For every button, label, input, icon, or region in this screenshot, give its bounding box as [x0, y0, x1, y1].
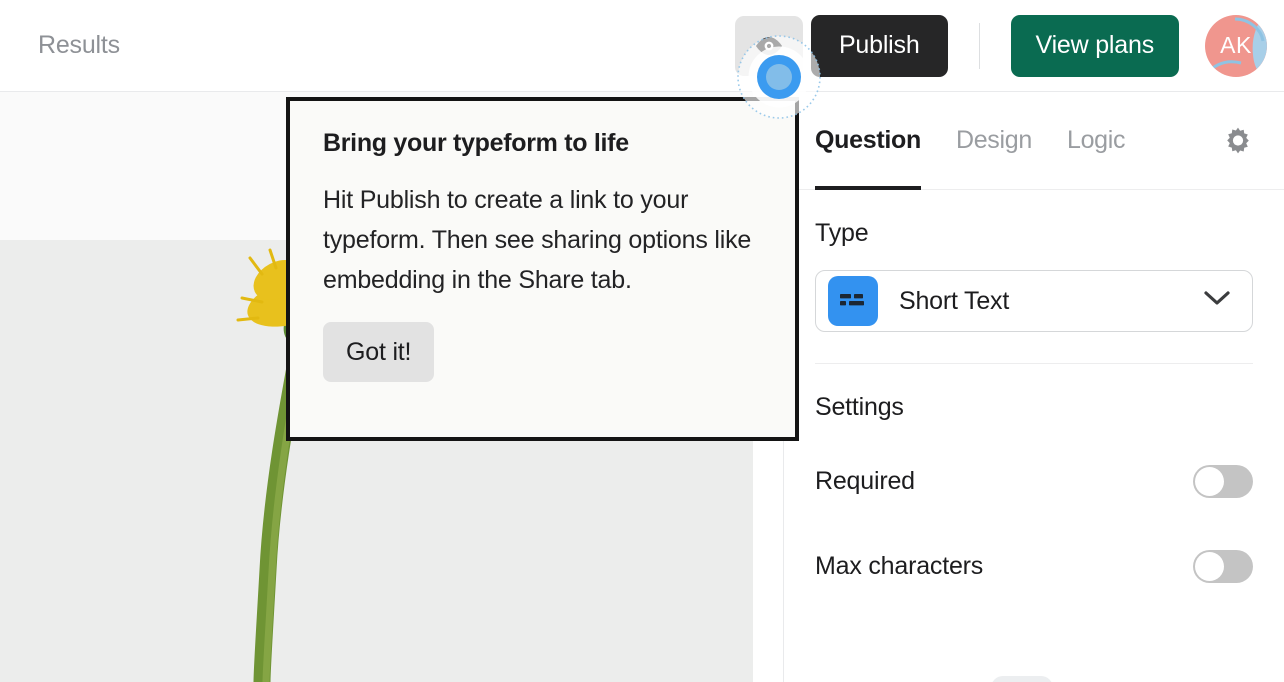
toggle-knob — [1195, 551, 1224, 581]
view-plans-button[interactable]: View plans — [1010, 14, 1179, 77]
setting-label-required: Required — [815, 466, 915, 495]
type-value: Short Text — [899, 286, 1010, 315]
type-select[interactable]: Short Text — [815, 270, 1253, 332]
partially-visible-control[interactable] — [991, 676, 1053, 682]
results-label[interactable]: Results — [38, 31, 120, 60]
got-it-button[interactable]: Got it! — [323, 322, 435, 382]
toggle-max-characters[interactable] — [1193, 549, 1253, 583]
setting-label-max-characters: Max characters — [815, 551, 984, 580]
setting-row-max-characters: Max characters — [815, 540, 1253, 592]
eye-icon — [754, 36, 784, 56]
avatar[interactable]: AK — [1205, 14, 1267, 77]
toggle-knob — [1195, 466, 1224, 496]
avatar-initials: AK — [1220, 32, 1252, 58]
type-heading: Type — [815, 219, 869, 247]
tab-design[interactable]: Design — [956, 92, 1032, 190]
preview-button[interactable] — [734, 15, 803, 76]
toggle-required[interactable] — [1193, 464, 1253, 498]
gear-glyph — [1227, 127, 1249, 153]
typeform-editor-window: Results Publish View plans AK Question D… — [0, 0, 1284, 682]
publish-button[interactable]: Publish — [810, 14, 948, 77]
onboarding-tooltip: Bring your typeform to life Hit Publish … — [286, 97, 799, 441]
top-bar-left: Results — [0, 31, 735, 60]
top-bar: Results Publish View plans AK — [0, 0, 1284, 92]
type-section: Type Short Text — [784, 190, 1284, 364]
question-settings-panel: Question Design Logic Type Short Text Se… — [783, 92, 1284, 682]
settings-section: Settings Required Max characters — [784, 364, 1284, 592]
top-bar-right: Publish View plans AK — [734, 14, 1284, 77]
tooltip-title: Bring your typeform to life — [323, 129, 629, 157]
panel-tabs: Question Design Logic — [784, 92, 1284, 190]
toolbar-divider — [978, 22, 980, 69]
tab-logic[interactable]: Logic — [1067, 92, 1126, 190]
short-text-icon — [828, 276, 878, 326]
setting-row-required: Required — [815, 455, 1253, 507]
chevron-down-icon — [1204, 291, 1230, 311]
tooltip-body: Hit Publish to create a link to your typ… — [323, 186, 752, 294]
settings-heading: Settings — [815, 393, 904, 421]
tab-question[interactable]: Question — [815, 92, 921, 190]
short-text-glyph — [840, 294, 864, 306]
gear-icon[interactable] — [1222, 125, 1254, 157]
